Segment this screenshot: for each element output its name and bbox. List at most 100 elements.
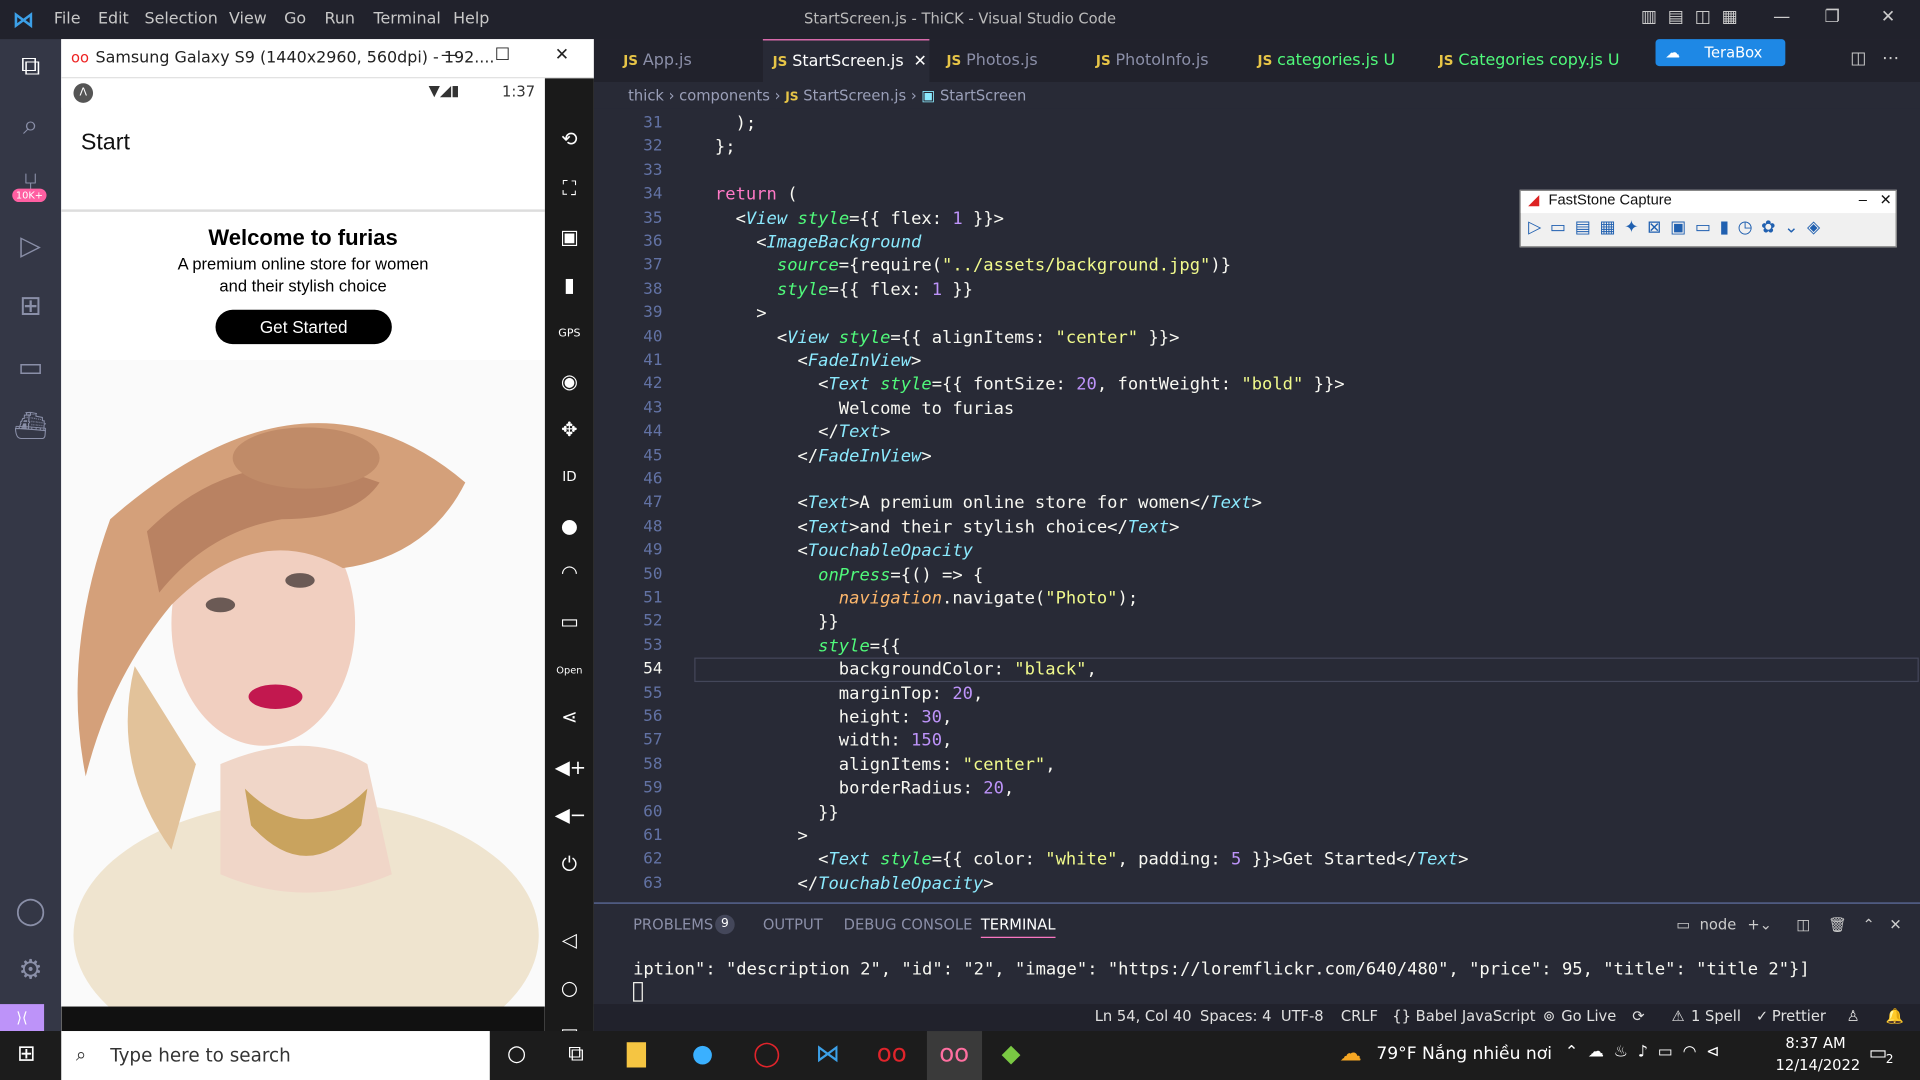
- tab-close-icon[interactable]: ✕: [913, 53, 926, 71]
- indentation[interactable]: Spaces: 4: [1200, 1008, 1271, 1025]
- restore-icon[interactable]: ❐: [1825, 7, 1840, 27]
- line-number: 33: [643, 161, 663, 180]
- tab-problems[interactable]: PROBLEMS: [633, 916, 713, 933]
- rotate-icon[interactable]: ⟲: [555, 125, 584, 154]
- windows-start-icon[interactable]: ⊞: [17, 1041, 35, 1067]
- app-icon[interactable]: ●: [692, 1038, 713, 1067]
- emulator-taskbar-icon[interactable]: oo: [939, 1038, 969, 1067]
- tab-categories-js[interactable]: JS categories.js U: [1248, 39, 1424, 82]
- emulator-close-icon[interactable]: ✕: [555, 45, 569, 65]
- battery-icon[interactable]: ▮: [555, 271, 584, 300]
- back-icon[interactable]: ◁: [555, 926, 584, 955]
- disk-icon[interactable]: ●: [555, 512, 584, 541]
- close-icon[interactable]: ✕: [1881, 7, 1895, 27]
- tab-categories-copy-js[interactable]: JS Categories copy.js U: [1429, 39, 1647, 82]
- layout-split-icon[interactable]: ◫: [1695, 7, 1711, 27]
- split-editor-icon[interactable]: ◫: [1850, 49, 1866, 69]
- clock-date[interactable]: 12/14/2022: [1776, 1057, 1861, 1074]
- encoding[interactable]: UTF-8: [1281, 1008, 1324, 1025]
- spell-check[interactable]: 1 Spell: [1691, 1008, 1741, 1025]
- faststone-capture-toolbar: ◢ FastStone Capture – ✕ ▷▭▤▦✦⊠▣▭▮◷✿⌄◈: [1519, 189, 1897, 248]
- git-icon[interactable]: ◆: [1002, 1038, 1021, 1067]
- prettier-button[interactable]: Prettier: [1772, 1008, 1826, 1025]
- search-icon[interactable]: ⌕: [12, 108, 49, 145]
- docker-icon[interactable]: ⛴: [12, 409, 49, 446]
- settings-gear-icon[interactable]: ⚙: [12, 953, 49, 990]
- notifications-bell-icon[interactable]: 🔔: [1886, 1008, 1904, 1025]
- line-number: 46: [643, 470, 663, 489]
- account-icon[interactable]: ◯: [12, 894, 49, 931]
- cortana-icon[interactable]: ○: [507, 1041, 526, 1067]
- terminal-shell-icon[interactable]: ▭: [1676, 916, 1690, 933]
- tab-debug-console[interactable]: DEBUG CONSOLE: [844, 916, 973, 933]
- faststone-capture-tools[interactable]: ▷▭▤▦✦⊠▣▭▮◷✿⌄◈: [1528, 218, 1829, 238]
- remote-indicator-icon[interactable]: ⟩⟨: [0, 1004, 45, 1032]
- emulator-maximize-icon[interactable]: ☐: [495, 45, 510, 65]
- volume-down-icon[interactable]: ◀−: [555, 801, 586, 830]
- breadcrumb-symbol[interactable]: StartScreen: [940, 87, 1026, 104]
- tab-photoinfo-js[interactable]: JS PhotoInfo.js: [1086, 39, 1245, 82]
- identifier-icon[interactable]: ID: [555, 463, 584, 492]
- layout-sidebar-icon[interactable]: ▥: [1641, 7, 1657, 27]
- sync-icon[interactable]: ⟳: [1632, 1008, 1644, 1025]
- get-started-button[interactable]: Get Started: [215, 309, 392, 345]
- opera-icon[interactable]: ◯: [753, 1038, 780, 1067]
- cursor-position[interactable]: Ln 54, Col 40: [1095, 1008, 1192, 1025]
- language-mode[interactable]: {} Babel JavaScript: [1392, 1008, 1535, 1025]
- genymotion-icon[interactable]: oo: [877, 1038, 907, 1067]
- go-live-button[interactable]: Go Live: [1561, 1008, 1616, 1025]
- code-line: navigation.navigate("Photo");: [838, 588, 1139, 609]
- tab-startscreen-js[interactable]: JS StartScreen.js ✕: [762, 39, 930, 83]
- run-debug-icon[interactable]: ▷: [12, 229, 49, 266]
- customize-layout-icon[interactable]: ▦: [1722, 7, 1738, 27]
- trash-icon[interactable]: 🗑: [1828, 916, 1847, 933]
- volume-up-icon[interactable]: ◀+: [555, 753, 586, 782]
- notification-center-icon[interactable]: ▭: [1869, 1041, 1888, 1064]
- code-line: >: [694, 303, 767, 324]
- line-number: 39: [643, 303, 663, 323]
- emulator-minimize-icon[interactable]: —: [441, 45, 458, 65]
- accounts-icon[interactable]: ♙: [1847, 1008, 1860, 1025]
- power-icon[interactable]: ⏻: [555, 850, 584, 879]
- weather-text[interactable]: 79°F Nắng nhiều nơi: [1376, 1044, 1552, 1064]
- tab-app-js[interactable]: JS App.js: [613, 39, 757, 82]
- broadcast-icon: ⊚: [1542, 1007, 1556, 1025]
- faststone-close-icon[interactable]: ✕: [1880, 191, 1892, 208]
- taskbar-search-box[interactable]: ⌕ Type here to search: [61, 1031, 490, 1080]
- more-actions-icon[interactable]: ⋯: [1882, 49, 1899, 69]
- tab-output[interactable]: OUTPUT: [763, 916, 823, 933]
- terabox-button[interactable]: ☁ TeraBox: [1655, 39, 1786, 67]
- explorer-icon[interactable]: ⧉: [12, 49, 49, 86]
- webcam-icon[interactable]: ◉: [555, 367, 584, 396]
- task-view-icon[interactable]: ⧉: [568, 1041, 584, 1067]
- line-endings[interactable]: CRLF: [1341, 1008, 1378, 1025]
- move-icon[interactable]: ✥: [555, 415, 584, 444]
- faststone-minimize-icon[interactable]: –: [1859, 191, 1867, 208]
- tab-photos-js[interactable]: JS Photos.js: [937, 39, 1081, 82]
- vscode-taskbar-icon[interactable]: ⋈: [816, 1038, 840, 1067]
- home-icon[interactable]: ○: [555, 973, 584, 1002]
- gps-icon[interactable]: GPS: [555, 320, 584, 349]
- close-panel-icon[interactable]: ✕: [1889, 916, 1901, 933]
- system-tray-icons[interactable]: ⌃☁♨♪▭◠⊲: [1565, 1043, 1730, 1061]
- breadcrumb-file[interactable]: StartScreen.js: [803, 87, 906, 104]
- camera-icon[interactable]: ▣: [555, 223, 584, 252]
- sms-icon[interactable]: ▭: [555, 607, 584, 636]
- layout-panel-icon[interactable]: ▤: [1668, 7, 1684, 27]
- breadcrumb-thick[interactable]: thick: [628, 87, 664, 104]
- remote-explorer-icon[interactable]: ▭: [12, 350, 49, 387]
- minimize-icon[interactable]: —: [1773, 7, 1790, 27]
- open-gapps-icon[interactable]: Open: [555, 656, 584, 685]
- file-explorer-icon[interactable]: ▇: [627, 1038, 646, 1067]
- split-terminal-icon[interactable]: ◫: [1796, 916, 1810, 933]
- new-terminal-icon[interactable]: +⌄: [1747, 916, 1772, 933]
- breadcrumb-components[interactable]: components: [679, 87, 770, 104]
- clock-time[interactable]: 8:37 AM: [1785, 1035, 1845, 1052]
- extensions-icon[interactable]: ⊞: [12, 289, 49, 326]
- share-icon[interactable]: ⋖: [555, 703, 584, 732]
- network-icon[interactable]: ◠: [555, 558, 584, 587]
- fit-screen-icon[interactable]: ⛶: [555, 174, 584, 203]
- terminal-shell-name[interactable]: node: [1700, 916, 1737, 933]
- tab-terminal[interactable]: TERMINAL: [980, 916, 1056, 938]
- maximize-panel-icon[interactable]: ⌃: [1862, 916, 1874, 933]
